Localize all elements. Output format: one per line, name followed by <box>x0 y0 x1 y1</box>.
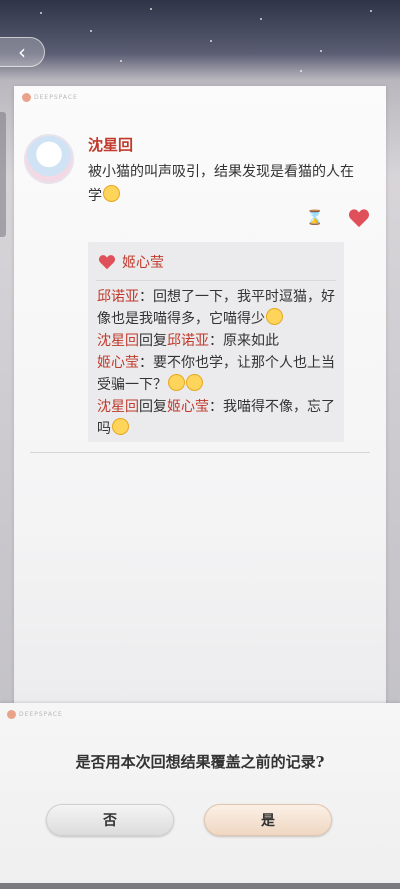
back-button[interactable]: ‹ <box>0 37 45 67</box>
home-indicator-bar <box>0 883 400 889</box>
comments-box: 姬心莹 邱诺亚：回想了一下，我平时逗猫，好像也是我喵得多，它喵得少 沈星回回复邱… <box>88 242 344 442</box>
reply-word: 回复 <box>139 399 167 415</box>
hourglass-icon[interactable]: ⌛ <box>306 210 323 226</box>
comment-author[interactable]: 姬心莹 <box>97 355 139 371</box>
comment-list: 邱诺亚：回想了一下，我平时逗猫，好像也是我喵得多，它喵得少 沈星回回复邱诺亚：原… <box>97 286 341 440</box>
post-text: 被小猫的叫声吸引，结果发现是看猫的人在学 <box>88 164 354 204</box>
like-heart-icon[interactable] <box>348 208 370 228</box>
comment-item[interactable]: 邱诺亚：回想了一下，我平时逗猫，好像也是我喵得多，它喵得少 <box>97 286 341 330</box>
shy-emoji-icon <box>168 374 185 391</box>
heart-icon <box>98 255 116 270</box>
logo-icon <box>22 93 31 102</box>
no-button[interactable]: 否 <box>46 804 174 836</box>
yes-button[interactable]: 是 <box>204 804 332 836</box>
comment-item[interactable]: 沈星回回复邱诺亚：原来如此 <box>97 330 341 352</box>
comment-author[interactable]: 邱诺亚 <box>97 289 139 305</box>
shy-emoji-icon <box>186 374 203 391</box>
dialog-question: 是否用本次回想结果覆盖之前的记录? <box>75 753 325 771</box>
comment-text: ：原来如此 <box>209 333 279 349</box>
avatar[interactable] <box>24 134 74 184</box>
liker-name[interactable]: 姬心莹 <box>122 252 164 272</box>
sleepy-emoji-icon <box>103 185 120 202</box>
reply-target[interactable]: 邱诺亚 <box>167 333 209 349</box>
comment-item[interactable]: 沈星回回复姬心莹：我喵得不像，忘了吗 <box>97 396 341 440</box>
post-content: 被小猫的叫声吸引，结果发现是看猫的人在学 <box>88 160 358 208</box>
poster-name[interactable]: 沈星回 <box>88 134 133 155</box>
logo-icon <box>7 710 16 719</box>
brand-logo: DEEPSPACE <box>22 93 78 102</box>
brand-logo: DEEPSPACE <box>7 710 63 719</box>
moment-card: DEEPSPACE 沈星回 被小猫的叫声吸引，结果发现是看猫的人在学 ⌛ 姬心莹… <box>14 86 386 706</box>
likes-row: 姬心莹 <box>98 252 164 272</box>
grin-emoji-icon <box>112 418 129 435</box>
divider <box>96 280 336 281</box>
brand-text: DEEPSPACE <box>19 711 63 718</box>
scrollbar[interactable] <box>0 112 6 237</box>
comment-author[interactable]: 沈星回 <box>97 399 139 415</box>
reply-word: 回复 <box>139 333 167 349</box>
reply-target[interactable]: 姬心莹 <box>167 399 209 415</box>
divider <box>30 452 370 453</box>
comment-item[interactable]: 姬心莹：要不你也学，让那个人也上当受骗一下？ <box>97 352 341 396</box>
smile-emoji-icon <box>266 308 283 325</box>
brand-text: DEEPSPACE <box>34 94 78 101</box>
starry-sky-background <box>0 0 400 90</box>
overwrite-dialog: DEEPSPACE 是否用本次回想结果覆盖之前的记录? 否 是 <box>0 703 400 889</box>
chevron-left-icon: ‹ <box>18 40 26 64</box>
comment-author[interactable]: 沈星回 <box>97 333 139 349</box>
